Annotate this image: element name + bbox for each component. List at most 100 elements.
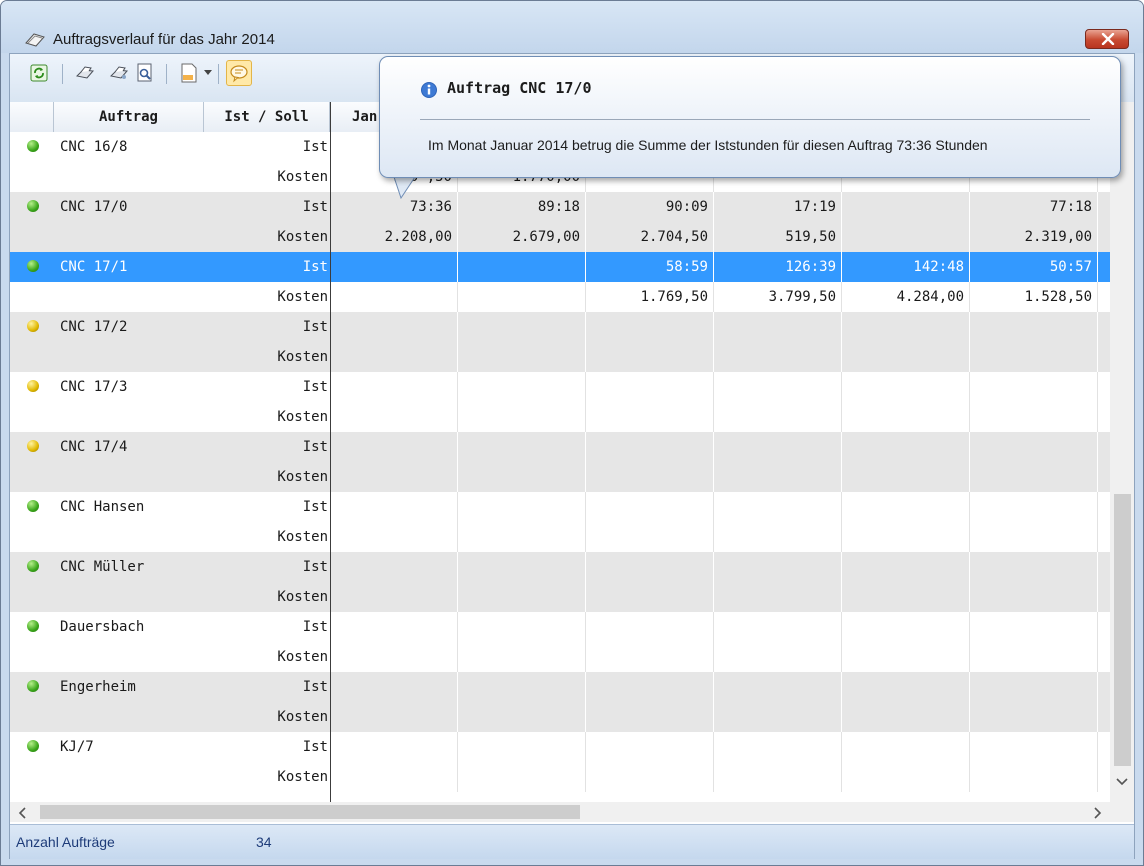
value-cell[interactable] (586, 552, 708, 582)
table-row[interactable]: Kosten (10, 762, 1110, 792)
value-cell[interactable] (458, 552, 580, 582)
value-cell[interactable] (586, 642, 708, 672)
print-preview-icon[interactable] (134, 62, 156, 84)
chevron-down-icon[interactable] (204, 70, 212, 76)
value-cell[interactable] (970, 492, 1092, 522)
value-cell[interactable] (458, 492, 580, 522)
value-cell[interactable] (842, 432, 964, 462)
vertical-scrollbar[interactable] (1110, 102, 1134, 802)
value-cell[interactable] (458, 612, 580, 642)
value-cell[interactable] (842, 582, 964, 612)
value-cell[interactable] (330, 462, 452, 492)
value-cell[interactable]: 2.208,00 (330, 222, 452, 252)
value-cell[interactable] (458, 672, 580, 702)
value-cell[interactable] (458, 582, 580, 612)
value-cell[interactable] (330, 612, 452, 642)
value-cell[interactable] (458, 642, 580, 672)
value-cell[interactable] (842, 342, 964, 372)
vertical-scroll-thumb[interactable] (1114, 494, 1131, 766)
table-row[interactable]: Kosten (10, 342, 1110, 372)
value-cell[interactable] (330, 252, 452, 282)
value-cell[interactable] (458, 732, 580, 762)
value-cell[interactable] (330, 702, 452, 732)
value-cell[interactable] (458, 702, 580, 732)
value-cell[interactable]: 50:57 (970, 252, 1092, 282)
value-cell[interactable] (330, 522, 452, 552)
value-cell[interactable] (330, 432, 452, 462)
value-cell[interactable] (970, 552, 1092, 582)
export-icon[interactable] (178, 62, 200, 84)
value-cell[interactable] (842, 492, 964, 522)
value-cell[interactable]: 2.679,00 (458, 222, 580, 252)
table-row[interactable]: Dauersbach Ist (10, 612, 1110, 642)
value-cell[interactable] (330, 552, 452, 582)
table-row[interactable]: Kosten (10, 642, 1110, 672)
value-cell[interactable] (330, 372, 452, 402)
value-cell[interactable] (458, 432, 580, 462)
value-cell[interactable] (970, 522, 1092, 552)
value-cell[interactable] (586, 432, 708, 462)
value-cell[interactable] (458, 522, 580, 552)
table-row[interactable]: CNC 17/1 Ist 58:59 126:39 142:48 50:57 (10, 252, 1110, 282)
value-cell[interactable]: 126:39 (714, 252, 836, 282)
table-row[interactable]: Kosten (10, 462, 1110, 492)
value-cell[interactable] (714, 462, 836, 492)
value-cell[interactable] (842, 552, 964, 582)
value-cell[interactable]: 90:09 (586, 192, 708, 222)
value-cell[interactable] (970, 732, 1092, 762)
table-row[interactable]: Engerheim Ist (10, 672, 1110, 702)
value-cell[interactable] (586, 582, 708, 612)
value-cell[interactable] (842, 462, 964, 492)
value-cell[interactable]: 89:18 (458, 192, 580, 222)
close-button[interactable] (1085, 29, 1129, 49)
value-cell[interactable] (458, 462, 580, 492)
value-cell[interactable] (330, 762, 452, 792)
value-cell[interactable] (586, 732, 708, 762)
table-row[interactable]: Kosten (10, 522, 1110, 552)
value-cell[interactable] (714, 672, 836, 702)
table-row[interactable]: CNC 17/2 Ist (10, 312, 1110, 342)
value-cell[interactable] (970, 342, 1092, 372)
scroll-right-icon[interactable] (1094, 807, 1102, 819)
value-cell[interactable]: 3.799,50 (714, 282, 836, 312)
value-cell[interactable] (842, 642, 964, 672)
value-cell[interactable] (458, 762, 580, 792)
value-cell[interactable] (586, 372, 708, 402)
value-cell[interactable] (714, 732, 836, 762)
value-cell[interactable] (714, 372, 836, 402)
value-cell[interactable] (714, 522, 836, 552)
value-cell[interactable] (970, 612, 1092, 642)
value-cell[interactable] (330, 642, 452, 672)
value-cell[interactable] (970, 642, 1092, 672)
table-row[interactable]: CNC 17/3 Ist (10, 372, 1110, 402)
value-cell[interactable] (842, 762, 964, 792)
value-cell[interactable] (586, 492, 708, 522)
table-row[interactable]: Kosten (10, 582, 1110, 612)
value-cell[interactable] (330, 492, 452, 522)
value-cell[interactable] (842, 522, 964, 552)
value-cell[interactable]: 1.528,50 (970, 282, 1092, 312)
value-cell[interactable] (714, 342, 836, 372)
header-type[interactable]: Ist / Soll (204, 102, 330, 132)
value-cell[interactable] (842, 702, 964, 732)
value-cell[interactable] (586, 312, 708, 342)
print-setup-icon[interactable] (108, 62, 130, 84)
value-cell[interactable] (714, 702, 836, 732)
value-cell[interactable] (458, 372, 580, 402)
value-cell[interactable] (330, 342, 452, 372)
table-row[interactable]: CNC Müller Ist (10, 552, 1110, 582)
value-cell[interactable]: 2.319,00 (970, 222, 1092, 252)
refresh-icon[interactable] (28, 62, 50, 84)
value-cell[interactable] (714, 582, 836, 612)
value-cell[interactable] (586, 702, 708, 732)
header-order[interactable]: Auftrag (54, 102, 204, 132)
value-cell[interactable] (842, 672, 964, 702)
scroll-left-icon[interactable] (18, 807, 26, 819)
table-row[interactable]: KJ/7 Ist (10, 732, 1110, 762)
value-cell[interactable] (586, 402, 708, 432)
value-cell[interactable] (970, 762, 1092, 792)
value-cell[interactable] (330, 672, 452, 702)
table-row[interactable]: CNC Hansen Ist (10, 492, 1110, 522)
table-row[interactable]: Kosten 2.208,00 2.679,00 2.704,50 519,50 2.31… (10, 222, 1110, 252)
table-row[interactable]: Kosten (10, 702, 1110, 732)
